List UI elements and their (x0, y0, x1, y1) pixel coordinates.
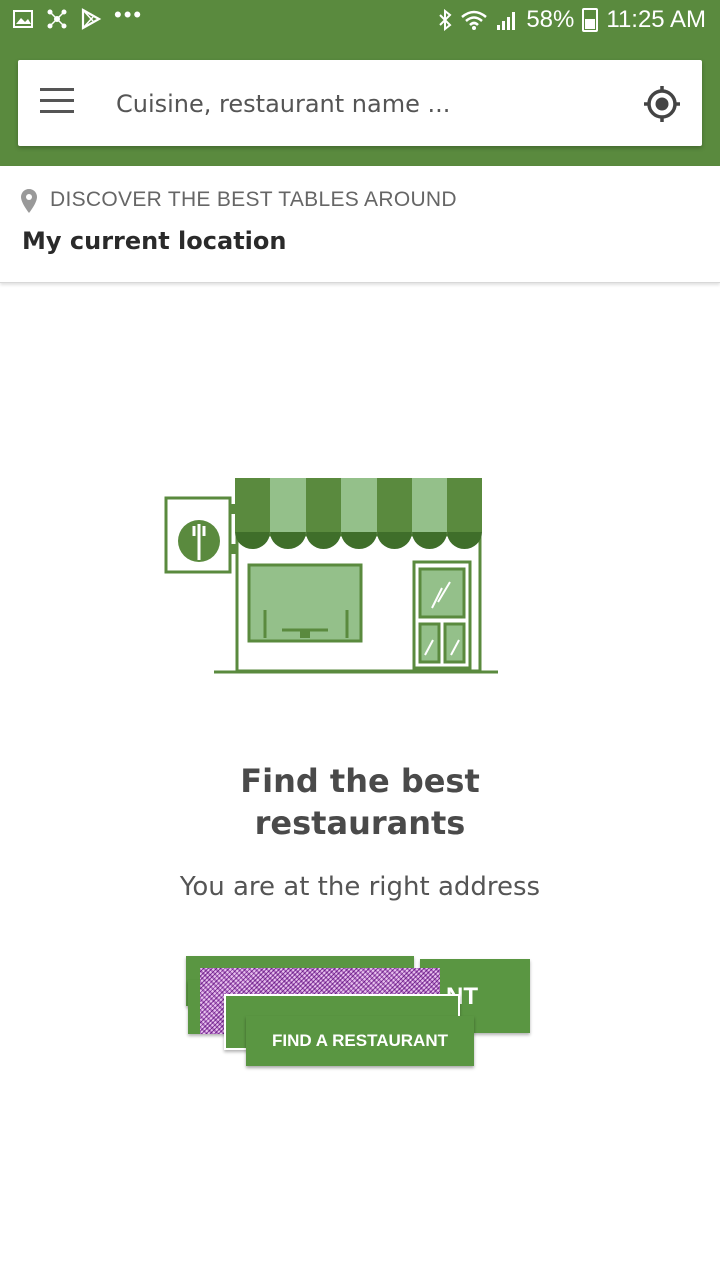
battery-icon (582, 8, 599, 32)
restaurant-storefront-illustration (164, 478, 498, 674)
app-header (0, 42, 720, 166)
overflow-indicator: ••• (114, 2, 144, 27)
search-input[interactable] (114, 82, 618, 126)
current-location: My current location (22, 227, 287, 255)
empty-state-title: Find the best restaurants (0, 760, 720, 844)
clock: 11:25 AM (606, 6, 706, 33)
bluetooth-icon (439, 9, 452, 31)
find-restaurant-button-stack: NT FIND A RESTAURANT (180, 950, 540, 1080)
locate-icon[interactable] (642, 84, 682, 124)
search-bar (18, 60, 702, 146)
wifi-icon (461, 10, 488, 30)
location-pin-icon (21, 189, 37, 213)
signal-icon (497, 12, 516, 30)
menu-icon[interactable] (40, 88, 74, 118)
battery-percent: 58% (526, 6, 575, 33)
title-line-2: restaurants (254, 804, 466, 842)
location-selector[interactable]: DISCOVER THE BEST TABLES AROUND My curre… (0, 166, 720, 283)
title-line-1: Find the best (240, 762, 480, 800)
empty-state-subtitle: You are at the right address (179, 872, 541, 902)
status-bar: ••• 58% 11:25 AM (0, 0, 720, 42)
image-icon (13, 10, 33, 28)
play-store-icon (81, 8, 102, 30)
discover-label: DISCOVER THE BEST TABLES AROUND (50, 188, 457, 211)
network-icon (47, 9, 67, 29)
find-restaurant-button[interactable]: FIND A RESTAURANT (246, 1016, 474, 1066)
status-bar-right: 58% 11:25 AM (438, 6, 706, 34)
status-bar-left: ••• (12, 2, 143, 30)
